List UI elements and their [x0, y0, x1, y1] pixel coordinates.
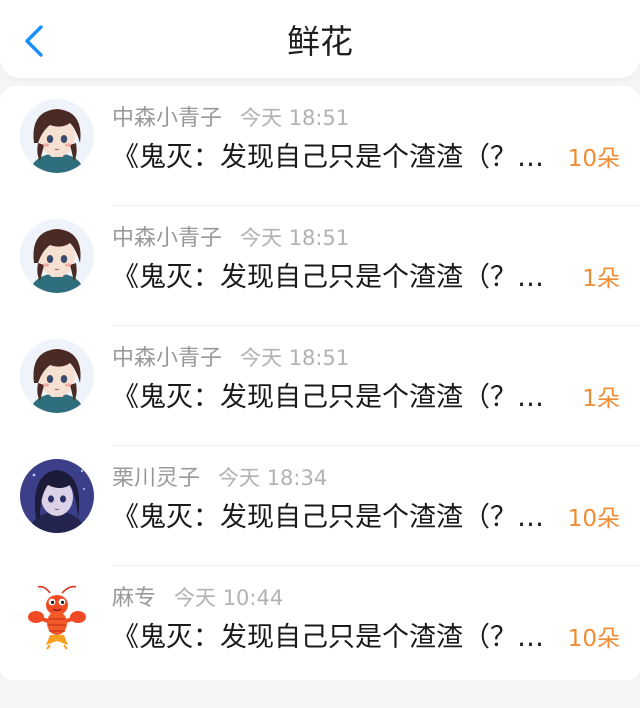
- timestamp: 今天 18:51: [240, 346, 350, 370]
- page-title: 鲜花: [287, 22, 353, 61]
- username[interactable]: 中森小青子: [112, 226, 222, 251]
- flower-list: 中森小青子 今天 18:51 《鬼灭：发现自己只是个渣渣（？… 10朵 中森小青…: [0, 86, 640, 680]
- top-bar: 鲜花: [0, 0, 640, 78]
- flower-count: 10朵: [567, 506, 620, 532]
- user-avatar[interactable]: [20, 459, 94, 533]
- list-item[interactable]: 麻专 今天 10:44 《鬼灭：发现自己只是个渣渣（？… 10朵: [0, 566, 640, 680]
- username[interactable]: 中森小青子: [112, 106, 222, 131]
- message-text: 《鬼灭：发现自己只是个渣渣（？…: [112, 142, 544, 173]
- user-avatar[interactable]: [20, 99, 94, 173]
- message-text: 《鬼灭：发现自己只是个渣渣（？…: [112, 622, 544, 653]
- timestamp: 今天 18:34: [218, 466, 328, 490]
- flower-count: 1朵: [582, 266, 620, 292]
- flower-count: 10朵: [567, 626, 620, 652]
- list-item[interactable]: 中森小青子 今天 18:51 《鬼灭：发现自己只是个渣渣（？… 10朵: [0, 86, 640, 206]
- item-meta: 中森小青子 今天 18:51: [112, 102, 349, 134]
- user-avatar[interactable]: [20, 579, 94, 653]
- timestamp: 今天 18:51: [240, 106, 350, 130]
- message-text: 《鬼灭：发现自己只是个渣渣（？…: [112, 382, 544, 413]
- username[interactable]: 中森小青子: [112, 346, 222, 371]
- user-avatar[interactable]: [20, 339, 94, 413]
- item-meta: 栗川灵子 今天 18:34: [112, 462, 327, 494]
- message-text: 《鬼灭：发现自己只是个渣渣（？…: [112, 262, 544, 293]
- user-avatar[interactable]: [20, 219, 94, 293]
- list-item[interactable]: 栗川灵子 今天 18:34 《鬼灭：发现自己只是个渣渣（？… 10朵: [0, 446, 640, 566]
- timestamp: 今天 18:51: [240, 226, 350, 250]
- item-meta: 麻专 今天 10:44: [112, 582, 283, 614]
- crayfish-avatar-icon: [20, 579, 94, 653]
- username[interactable]: 栗川灵子: [112, 466, 200, 491]
- anime-girl-avatar-icon: [20, 99, 94, 173]
- anime-girl-avatar-icon: [20, 219, 94, 293]
- flower-count: 10朵: [567, 146, 620, 172]
- anime-girl-night-avatar-icon: [20, 459, 94, 533]
- item-meta: 中森小青子 今天 18:51: [112, 222, 349, 254]
- message-text: 《鬼灭：发现自己只是个渣渣（？…: [112, 502, 544, 533]
- username[interactable]: 麻专: [112, 586, 156, 611]
- flowers-page: 鲜花 中森小青子 今天 18:51 《鬼灭：发现自己只是个渣渣（？… 10朵 中…: [0, 0, 640, 708]
- list-item[interactable]: 中森小青子 今天 18:51 《鬼灭：发现自己只是个渣渣（？… 1朵: [0, 326, 640, 446]
- list-item[interactable]: 中森小青子 今天 18:51 《鬼灭：发现自己只是个渣渣（？… 1朵: [0, 206, 640, 326]
- item-meta: 中森小青子 今天 18:51: [112, 342, 349, 374]
- flower-count: 1朵: [582, 386, 620, 412]
- anime-girl-avatar-icon: [20, 339, 94, 413]
- timestamp: 今天 10:44: [174, 586, 284, 610]
